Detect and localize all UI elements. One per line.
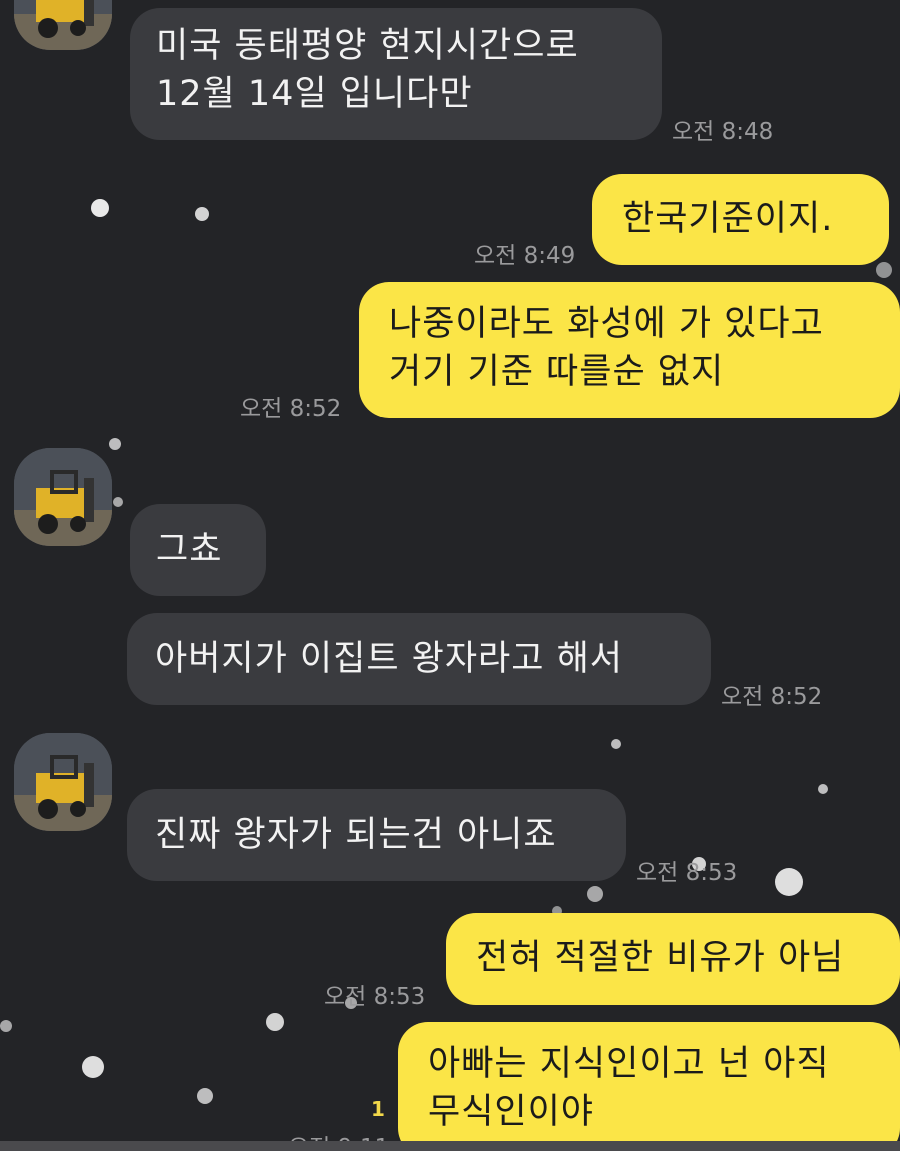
sender-avatar[interactable] xyxy=(14,733,112,831)
snow-dot xyxy=(109,438,121,450)
snow-dot xyxy=(0,1020,12,1032)
sender-avatar[interactable] xyxy=(14,448,112,546)
incoming-message-bubble[interactable]: 미국 동태평양 현지시간으로 12월 14일 입니다만 xyxy=(130,8,662,140)
snow-dot xyxy=(611,739,621,749)
forklift-avatar-icon xyxy=(14,0,112,50)
message-timestamp: 오전 8:49 xyxy=(474,243,576,269)
snow-dot xyxy=(818,784,828,794)
unread-count-badge: 1 xyxy=(371,1097,385,1121)
snow-dot xyxy=(587,886,603,902)
snow-dot xyxy=(266,1013,284,1031)
message-timestamp: 오전 8:52 xyxy=(721,684,823,710)
outgoing-message-bubble[interactable]: 나중이라도 화성에 가 있다고 거기 기준 따를순 없지 xyxy=(359,282,900,418)
snow-dot xyxy=(82,1056,104,1078)
forklift-avatar-icon xyxy=(14,733,112,831)
snow-dot xyxy=(91,199,109,217)
message-timestamp: 오전 8:53 xyxy=(636,860,738,886)
message-timestamp: 오전 8:52 xyxy=(240,396,342,422)
snow-dot xyxy=(876,262,892,278)
snow-dot xyxy=(197,1088,213,1104)
sender-avatar[interactable] xyxy=(14,0,112,50)
snow-dot xyxy=(775,868,803,896)
chat-screen: 미국 동태평양 현지시간으로 12월 14일 입니다만 오전 8:48 한국기준… xyxy=(0,0,900,1151)
outgoing-message-bubble[interactable]: 전혀 적절한 비유가 아님 xyxy=(446,913,900,1005)
snow-dot xyxy=(195,207,209,221)
message-timestamp: 오전 8:53 xyxy=(324,984,426,1010)
incoming-message-bubble[interactable]: 그쵸 xyxy=(130,504,266,596)
incoming-message-bubble[interactable]: 진짜 왕자가 되는건 아니죠 xyxy=(127,789,626,881)
message-timestamp: 오전 8:48 xyxy=(672,119,774,145)
incoming-message-bubble[interactable]: 아버지가 이집트 왕자라고 해서 xyxy=(127,613,711,705)
outgoing-message-bubble[interactable]: 한국기준이지. xyxy=(592,174,889,265)
outgoing-message-bubble[interactable]: 아빠는 지식인이고 넌 아직 무식인이야 xyxy=(398,1022,900,1151)
bottom-edge-bar xyxy=(0,1141,900,1151)
snow-dot xyxy=(113,497,123,507)
forklift-avatar-icon xyxy=(14,448,112,546)
